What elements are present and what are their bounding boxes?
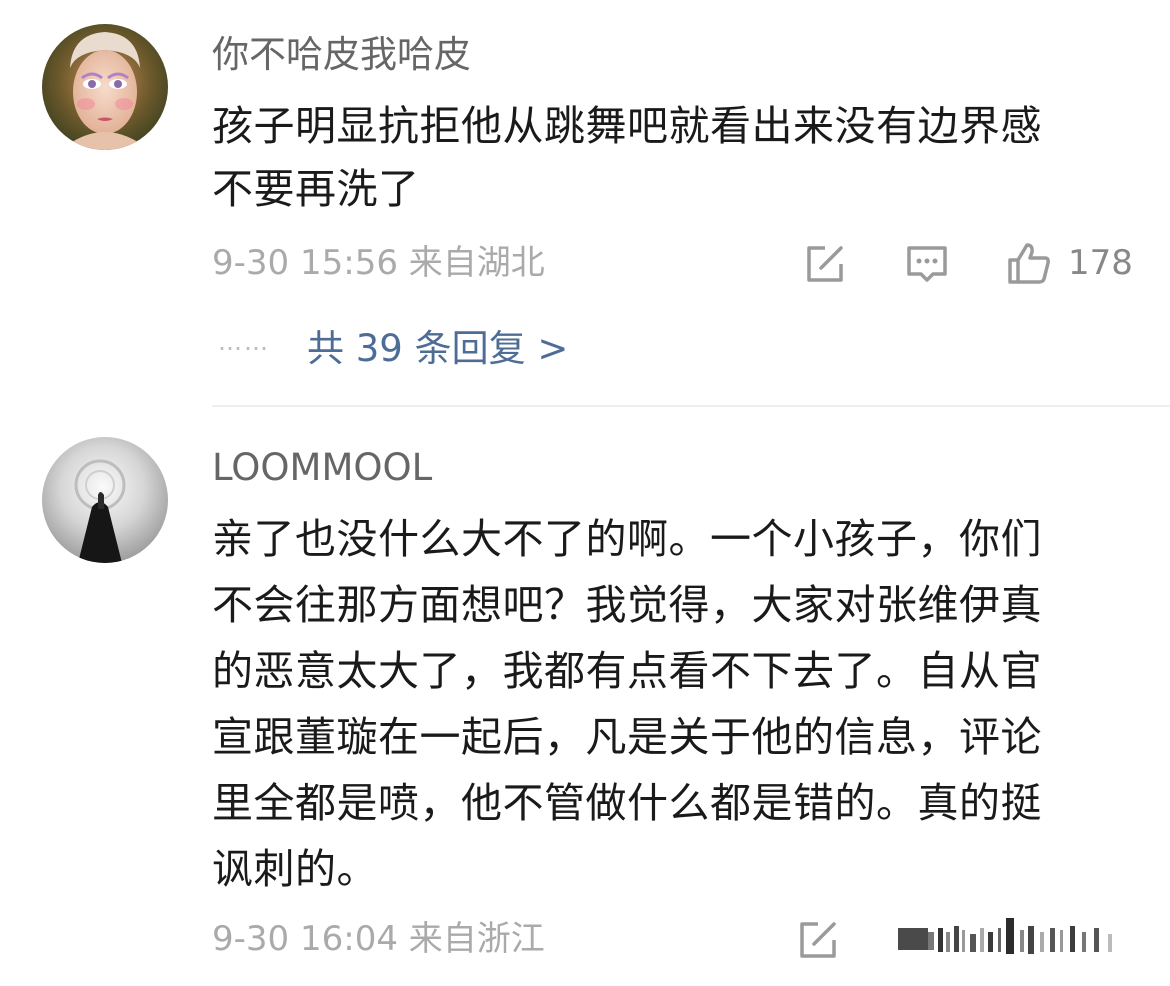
avatar[interactable] <box>42 437 168 563</box>
comment-bubble-icon[interactable] <box>905 242 949 286</box>
view-replies-link[interactable]: 共 39 条回复 > <box>307 330 568 367</box>
comment-meta: 9-30 15:56 来自湖北 <box>212 243 545 283</box>
username[interactable]: 你不哈皮我哈皮 <box>212 36 471 73</box>
comment-meta: 9-30 16:04 来自浙江 <box>212 919 545 959</box>
comment-text: 不会往那方面想吧？我觉得，大家对张维伊真 <box>212 581 1042 629</box>
comment-text: 亲了也没什么大不了的啊。一个小孩子，你们 <box>212 515 1042 563</box>
comment-text: 里全都是喷，他不管做什么都是错的。真的挺 <box>212 779 1042 827</box>
avatar[interactable] <box>42 24 168 150</box>
comment-text: 宣跟董璇在一起后，凡是关于他的信息，评论 <box>212 713 1042 761</box>
thumbs-up-icon[interactable] <box>1006 240 1052 286</box>
comment-text: 的恶意太大了，我都有点看不下去了。自从官 <box>212 647 1042 695</box>
divider <box>212 405 1170 407</box>
comment-list: 你不哈皮我哈皮 孩子明显抗拒他从跳舞吧就看出来没有边界感 不要再洗了 9-30 … <box>0 0 1170 986</box>
comment-text: 孩子明显抗拒他从跳舞吧就看出来没有边界感 <box>212 102 1042 150</box>
share-edit-icon[interactable] <box>796 918 840 962</box>
reply-dots: …… <box>218 328 270 356</box>
comment-text: 讽刺的。 <box>212 845 378 893</box>
comment-text: 不要再洗了 <box>212 165 420 213</box>
like-count: 178 <box>1068 243 1133 283</box>
username[interactable]: LOOMMOOL <box>212 449 432 486</box>
distorted-action-icons <box>898 916 1128 962</box>
share-edit-icon[interactable] <box>803 242 847 286</box>
